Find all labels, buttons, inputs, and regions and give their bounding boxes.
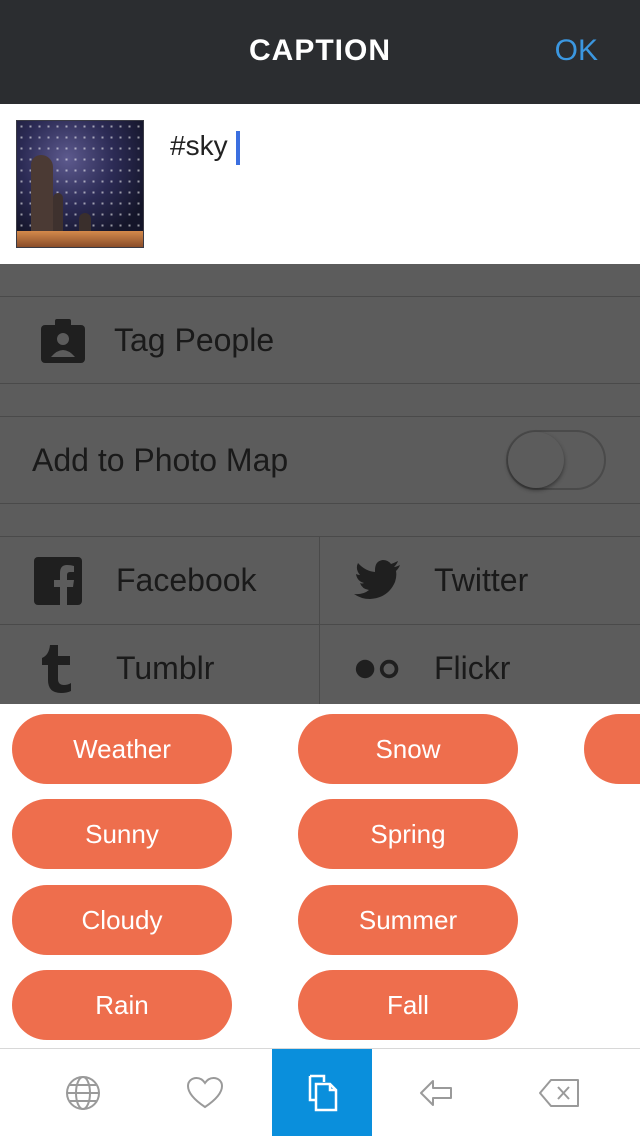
tumblr-label: Tumblr <box>116 650 215 686</box>
suggestion-pill[interactable]: Snow <box>298 714 518 784</box>
caption-area: #sky <box>0 104 640 264</box>
globe-icon <box>66 1076 100 1110</box>
ok-button[interactable]: OK <box>555 34 598 68</box>
suggestion-pill[interactable]: Fall <box>298 970 518 1040</box>
photo-map-row: Add to Photo Map <box>0 416 640 504</box>
share-settings-panel: Tag People Add to Photo Map Facebook Twi… <box>0 264 640 704</box>
suggestion-pill[interactable]: Sunny <box>12 799 232 869</box>
back-arrow-icon <box>420 1080 452 1106</box>
share-tumblr[interactable]: Tumblr <box>0 624 320 712</box>
globe-button[interactable] <box>33 1049 133 1136</box>
suggestion-pill[interactable]: Weather <box>12 714 232 784</box>
share-twitter[interactable]: Twitter <box>320 536 640 624</box>
facebook-label: Facebook <box>116 562 257 598</box>
pages-button[interactable] <box>272 1049 372 1136</box>
caption-text: #sky <box>170 130 228 161</box>
flickr-label: Flickr <box>434 650 511 686</box>
delete-button[interactable] <box>509 1049 609 1136</box>
tag-people-icon <box>38 317 88 365</box>
share-divider <box>319 536 320 704</box>
toggle-knob <box>508 432 564 488</box>
header-bar: CAPTION OK <box>0 0 640 104</box>
twitter-icon <box>354 557 402 605</box>
favorites-button[interactable] <box>155 1049 255 1136</box>
suggestion-pill-partial[interactable] <box>584 714 640 784</box>
share-grid: Facebook Twitter Tumblr Flickr <box>0 536 640 704</box>
thumbnail-ground <box>17 231 143 247</box>
tag-people-row[interactable]: Tag People <box>0 296 640 384</box>
tag-people-label: Tag People <box>114 322 275 358</box>
keyboard-toolbar <box>0 1048 640 1136</box>
facebook-icon <box>34 557 82 605</box>
caption-input[interactable]: #sky <box>170 130 240 165</box>
page-title: CAPTION <box>249 34 391 67</box>
delete-icon <box>539 1079 579 1107</box>
photo-thumbnail <box>16 120 144 248</box>
suggestion-pill[interactable]: Spring <box>298 799 518 869</box>
photo-map-toggle[interactable] <box>506 430 606 490</box>
back-button[interactable] <box>387 1049 487 1136</box>
photo-map-label: Add to Photo Map <box>32 442 289 478</box>
suggestion-pill[interactable]: Rain <box>12 970 232 1040</box>
heart-icon <box>186 1076 224 1109</box>
tumblr-icon <box>34 645 82 693</box>
share-facebook[interactable]: Facebook <box>0 536 320 624</box>
hashtag-suggestions: Weather Sunny Cloudy Rain Snow Spring Su… <box>0 704 640 1048</box>
suggestion-pill[interactable]: Summer <box>298 885 518 955</box>
text-cursor <box>235 130 240 165</box>
flickr-icon <box>354 645 402 693</box>
twitter-label: Twitter <box>434 562 529 598</box>
share-flickr[interactable]: Flickr <box>320 624 640 712</box>
suggestion-pill[interactable]: Cloudy <box>12 885 232 955</box>
pages-icon <box>308 1074 338 1112</box>
